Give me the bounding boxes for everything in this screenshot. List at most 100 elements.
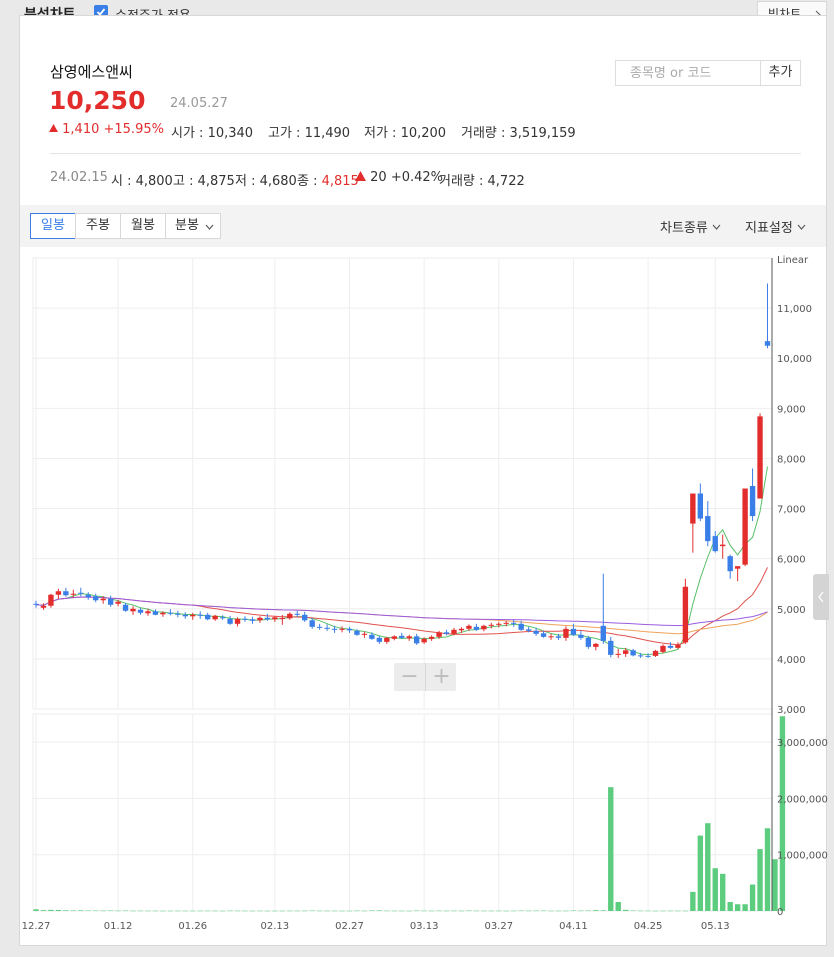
volume-bar (354, 910, 360, 912)
candle-body (511, 622, 517, 624)
candle-body (525, 629, 532, 631)
volume-bar (428, 910, 435, 912)
volume-bar (339, 910, 345, 912)
volume-bar (122, 910, 129, 912)
candle-body (637, 655, 644, 657)
volume-bar (93, 910, 99, 912)
candle-body (443, 632, 450, 634)
candle-body (234, 618, 241, 624)
candle-body (481, 625, 487, 630)
candle-body (548, 636, 554, 638)
candle-body (473, 626, 480, 630)
candle-body (570, 628, 577, 635)
candle-body (331, 628, 338, 630)
candle-body (466, 625, 472, 629)
candle-body (160, 612, 166, 615)
candle-body (190, 614, 196, 617)
volume-bar (413, 910, 420, 912)
volume-bars (33, 716, 786, 912)
volume-bar (145, 910, 151, 912)
candle-body (727, 556, 733, 572)
volume-bar (197, 910, 203, 912)
x-tick-label: 04.11 (559, 921, 588, 932)
volume-bar (219, 910, 226, 912)
price-tick-label: 11,000 (777, 304, 812, 315)
volume-bar (167, 910, 174, 912)
price-tick-label: 9,000 (777, 404, 806, 415)
volume-bar (376, 910, 383, 911)
candle-body (324, 627, 330, 629)
zoom-control: − + (394, 663, 456, 691)
volume-bar (682, 910, 689, 912)
volume-bar (212, 910, 218, 912)
volume-bar (555, 910, 562, 912)
volume-bar (182, 910, 188, 912)
candle-body (242, 618, 248, 620)
candle-body (122, 604, 129, 611)
moving-averages (35, 466, 768, 656)
candle-body (593, 643, 599, 647)
candle-body (145, 611, 151, 614)
candle-body (219, 617, 226, 619)
price-tick-label: 7,000 (777, 505, 806, 516)
volume-bar (622, 909, 629, 911)
volume-bar (406, 910, 412, 912)
candle-body (137, 609, 144, 613)
candle-body (354, 630, 360, 635)
volume-bar (593, 910, 599, 911)
candle-body (697, 493, 704, 519)
zoom-out-button[interactable]: − (394, 663, 425, 691)
zoom-in-button[interactable]: + (425, 663, 457, 691)
volume-bar (436, 910, 442, 912)
candle-body (339, 628, 345, 630)
volume-bar (107, 910, 114, 911)
volume-bar (660, 910, 666, 912)
volume-bar (697, 835, 704, 911)
candle-body (496, 623, 502, 625)
candle-body (197, 614, 203, 616)
candle-body (279, 618, 286, 620)
volume-bar (272, 910, 278, 912)
volume-bar (525, 910, 532, 912)
volume-tick-label: 3,000,000 (777, 738, 828, 749)
candle-body (742, 488, 748, 565)
price-tick-label: 5,000 (777, 605, 806, 616)
candle-body (384, 637, 390, 642)
volume-bar (137, 910, 144, 912)
candle-body (615, 653, 621, 655)
volume-bar (204, 910, 211, 912)
volume-bar (458, 910, 465, 912)
candle-body (302, 614, 308, 621)
volume-bar (302, 910, 308, 912)
volume-bar (294, 910, 300, 912)
candle-body (249, 619, 256, 621)
volume-bar (772, 859, 778, 911)
volume-bar (488, 910, 495, 912)
price-chart[interactable]: 3,000 4,000 5,000 6,000 7,000 8,000 9,000 10,00… (0, 0, 834, 957)
candle-body (40, 605, 47, 608)
volume-bar (690, 891, 696, 911)
candle-body (675, 644, 681, 648)
candle-body (130, 608, 136, 612)
volume-bar (175, 910, 181, 912)
volume-bar (331, 910, 338, 912)
candle-body (152, 611, 159, 615)
candle-body (100, 598, 106, 601)
candle-body (294, 613, 300, 615)
candle-body (555, 636, 562, 638)
volume-bar (667, 910, 674, 912)
candle-body (272, 617, 278, 620)
volume-bar (48, 909, 54, 911)
volume-plot-area (32, 713, 773, 912)
volume-bar (600, 910, 606, 911)
candle-body (652, 650, 659, 656)
volume-bar (55, 909, 62, 911)
price-tick-label: 6,000 (777, 555, 806, 566)
candle-body (705, 516, 711, 542)
price-tick-label: 4,000 (777, 655, 806, 666)
candle-body (720, 544, 726, 547)
x-tick-label: 12.27 (22, 921, 51, 932)
side-panel-handle[interactable] (813, 574, 829, 620)
volume-bar (384, 910, 390, 912)
candle-body (287, 613, 293, 619)
